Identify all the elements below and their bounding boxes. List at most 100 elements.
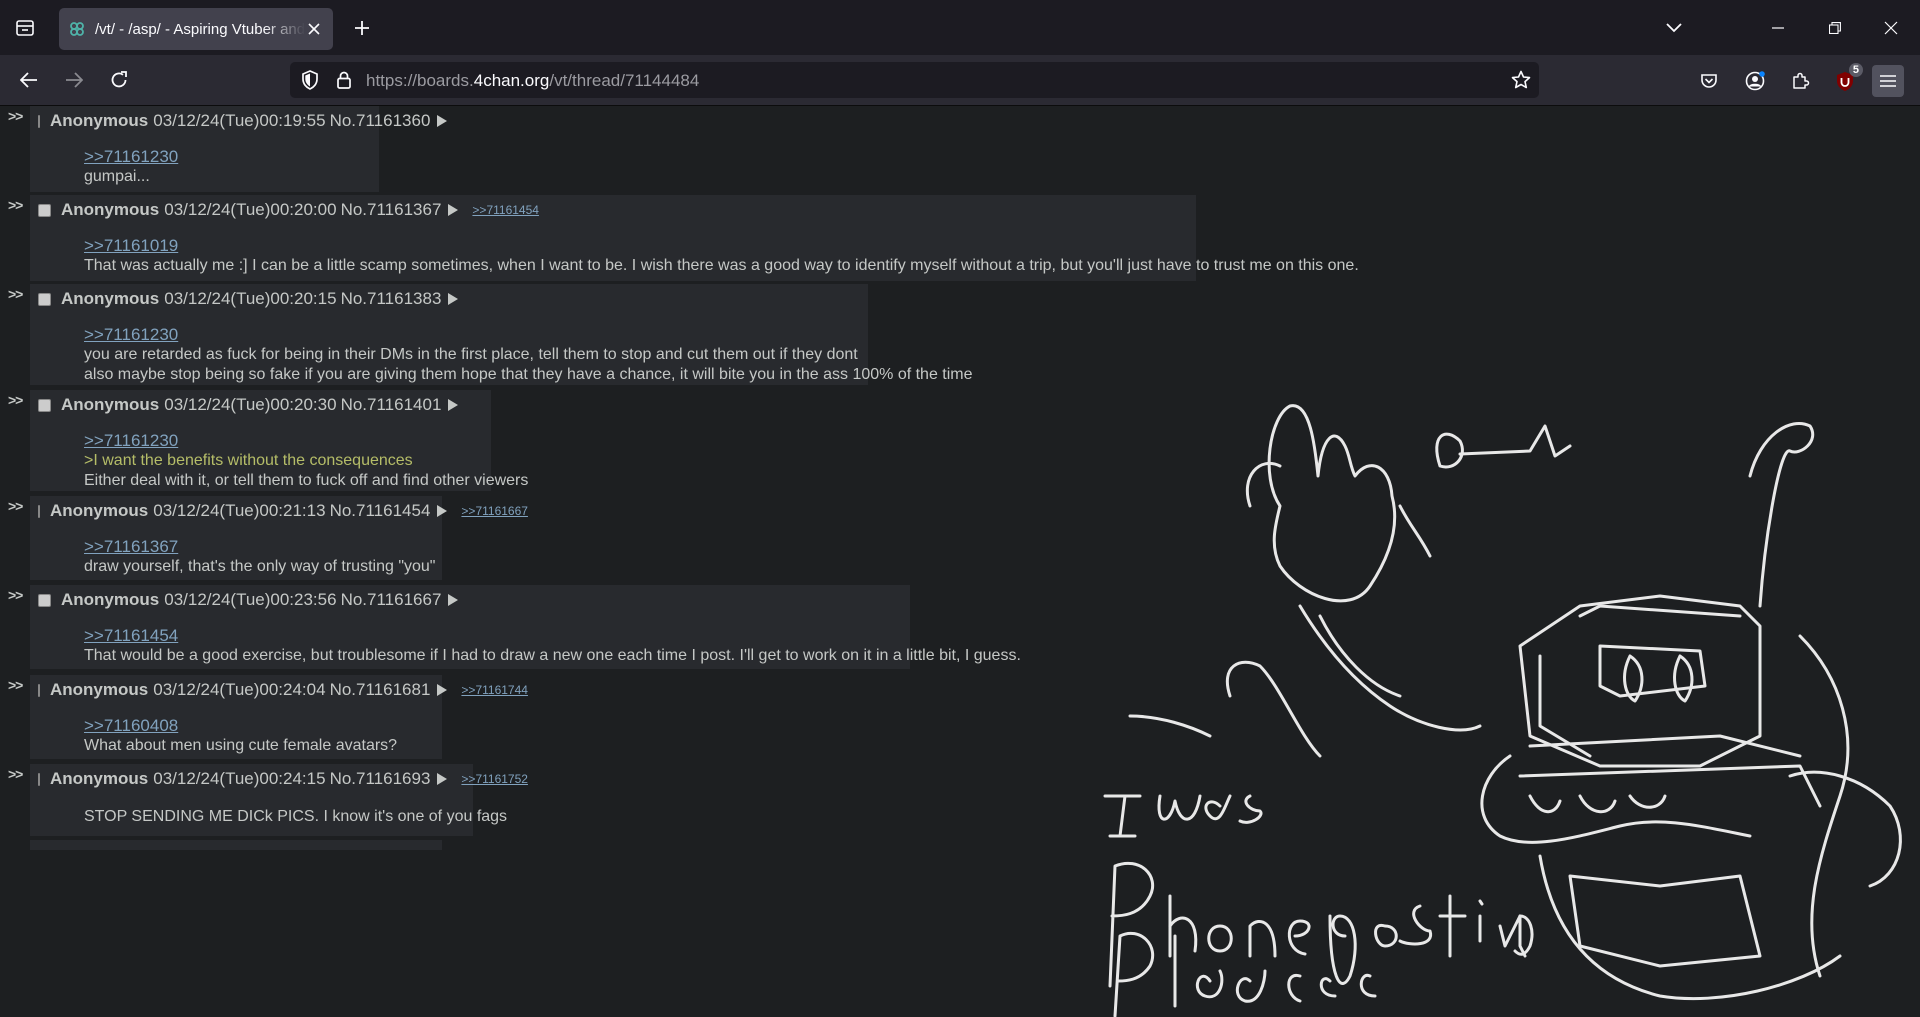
- close-window-button[interactable]: [1877, 14, 1905, 42]
- post-select-checkbox[interactable]: [38, 398, 51, 412]
- post-select-checkbox[interactable]: [38, 504, 40, 518]
- backlink[interactable]: >>71161744: [461, 683, 528, 697]
- post-side-arrows: >>: [8, 587, 23, 603]
- post-datetime: 03/12/24(Tue)00:19:55: [153, 111, 326, 130]
- quote-link[interactable]: >>71161367: [84, 537, 442, 557]
- ublock-origin-button[interactable]: 5: [1829, 63, 1863, 97]
- quote-link[interactable]: >>71161230: [84, 431, 491, 451]
- poster-name: Anonymous: [61, 200, 160, 219]
- quote-link[interactable]: >>71161230: [84, 325, 868, 345]
- post-number-link[interactable]: No.71161667: [341, 590, 442, 610]
- post-select-checkbox[interactable]: [38, 683, 40, 697]
- post-number-link[interactable]: No.71161693: [330, 769, 431, 789]
- tab-bar: /vt/ - /asp/ - Aspiring Vtuber and: [0, 0, 1920, 55]
- reload-button[interactable]: [104, 65, 134, 95]
- post-side-arrows: >>: [8, 677, 23, 693]
- ublock-blocked-count-badge: 5: [1848, 63, 1863, 77]
- post-side-arrows: >>: [8, 108, 23, 124]
- post-menu-icon[interactable]: [437, 773, 448, 785]
- post-select-checkbox[interactable]: [38, 114, 40, 128]
- post-message: >>71160408 What about men using cute fema…: [84, 716, 442, 756]
- navigation-toolbar: https://boards.4chan.org/vt/thread/71144…: [0, 55, 1920, 106]
- post-select-checkbox[interactable]: [38, 203, 51, 217]
- post-number-link[interactable]: No.71161383: [341, 289, 442, 309]
- post-datetime: 03/12/24(Tue)00:21:13: [153, 501, 326, 520]
- quote-link[interactable]: >>71161230: [84, 147, 379, 167]
- post-menu-icon[interactable]: [448, 594, 459, 606]
- url-domain: 4chan.org: [473, 71, 550, 90]
- post-side-arrows: >>: [8, 392, 23, 408]
- message-line: gumpai...: [84, 168, 150, 185]
- arrow-right-icon: [66, 72, 83, 88]
- post-side-arrows: >>: [8, 498, 23, 514]
- post-menu-icon[interactable]: [448, 204, 459, 216]
- reply-post: Anonymous 03/12/24(Tue)00:24:15 No.71161…: [30, 764, 528, 836]
- post-number-link[interactable]: No.71161367: [341, 200, 442, 220]
- post-info: Anonymous 03/12/24(Tue)00:20:00 No.71161…: [30, 198, 1196, 222]
- chevron-down-icon: [1666, 23, 1682, 33]
- post-select-checkbox[interactable]: [38, 292, 51, 306]
- tab-list-button[interactable]: [12, 15, 38, 41]
- app-menu-button[interactable]: [1872, 65, 1904, 97]
- message-line: draw yourself, that's the only way of tr…: [84, 558, 436, 575]
- post-select-checkbox[interactable]: [38, 593, 51, 607]
- quote-link[interactable]: >>71161019: [84, 236, 1196, 256]
- post-message: >>71161367 draw yourself, that's the only…: [84, 537, 442, 577]
- reload-icon: [111, 71, 127, 88]
- bookmark-star-icon[interactable]: [1509, 68, 1533, 92]
- post-datetime: 03/12/24(Tue)00:24:04: [153, 680, 326, 699]
- url-text[interactable]: https://boards.4chan.org/vt/thread/71144…: [366, 71, 699, 91]
- post-number-link[interactable]: No.71161360: [330, 111, 431, 131]
- backlink[interactable]: >>71161454: [472, 203, 539, 217]
- post-message: >>71161230 >I want the benefits without t…: [84, 431, 528, 491]
- post-datetime: 03/12/24(Tue)00:20:00: [164, 200, 337, 219]
- post-menu-icon[interactable]: [448, 399, 459, 411]
- post-select-checkbox[interactable]: [38, 772, 40, 786]
- post-datetime: 03/12/24(Tue)00:23:56: [164, 590, 337, 609]
- post-datetime: 03/12/24(Tue)00:20:30: [164, 395, 337, 414]
- post-menu-icon[interactable]: [437, 115, 448, 127]
- forward-button[interactable]: [59, 65, 89, 95]
- post-number-link[interactable]: No.71161681: [330, 680, 431, 700]
- post-number-link[interactable]: No.71161401: [341, 395, 442, 415]
- backlink[interactable]: >>71161752: [461, 772, 528, 786]
- extensions-button[interactable]: [1784, 65, 1816, 97]
- close-icon: [308, 23, 320, 35]
- back-button[interactable]: [14, 65, 44, 95]
- backlink[interactable]: >>71161667: [461, 504, 528, 518]
- post-datetime: 03/12/24(Tue)00:24:15: [153, 769, 326, 788]
- pocket-button[interactable]: [1693, 65, 1725, 97]
- reply-post: Anonymous 03/12/24(Tue)00:23:56 No.71161…: [30, 585, 1021, 669]
- page-viewport: >> Anonymous 03/12/24(Tue)00:19:55 No.71…: [0, 106, 1920, 1017]
- message-line: you are retarded as fuck for being in th…: [84, 346, 858, 363]
- tab-close-button[interactable]: [305, 20, 323, 38]
- reply-post: Anonymous 03/12/24(Tue)00:20:15 No.71161…: [30, 284, 973, 385]
- lock-icon[interactable]: [332, 68, 356, 92]
- reply-post: Anonymous 03/12/24(Tue)00:19:55 No.71161…: [30, 106, 448, 192]
- post-message: STOP SENDING ME DICk PICS. I know it's o…: [84, 807, 507, 827]
- quote-link[interactable]: >>71161454: [84, 626, 910, 646]
- new-tab-button[interactable]: [348, 14, 376, 42]
- post-menu-icon[interactable]: [437, 684, 448, 696]
- message-line: That was actually me :] I can be a littl…: [84, 257, 1359, 274]
- pocket-icon: [1701, 74, 1717, 88]
- tab-title: /vt/ - /asp/ - Aspiring Vtuber and: [95, 20, 305, 38]
- clover-favicon-icon: [70, 22, 84, 36]
- reply-post-partial: [30, 840, 442, 850]
- url-bar[interactable]: https://boards.4chan.org/vt/thread/71144…: [290, 62, 1539, 98]
- post-message: >>71161230 gumpai...: [84, 147, 379, 187]
- account-button[interactable]: [1739, 65, 1771, 97]
- quote-link[interactable]: >>71160408: [84, 716, 442, 736]
- list-all-tabs-button[interactable]: [1660, 14, 1688, 42]
- minimize-button[interactable]: [1764, 14, 1792, 42]
- close-window-icon: [1884, 21, 1898, 35]
- poster-name: Anonymous: [61, 289, 160, 308]
- post-number-link[interactable]: No.71161454: [330, 501, 431, 521]
- post-info: Anonymous 03/12/24(Tue)00:21:13 No.71161…: [30, 499, 528, 523]
- tab-active[interactable]: /vt/ - /asp/ - Aspiring Vtuber and: [59, 8, 333, 50]
- tracking-protection-shield-icon[interactable]: [298, 68, 322, 92]
- post-menu-icon[interactable]: [448, 293, 459, 305]
- post-menu-icon[interactable]: [437, 505, 448, 517]
- tab-list-icon: [16, 20, 34, 36]
- restore-button[interactable]: [1821, 14, 1849, 42]
